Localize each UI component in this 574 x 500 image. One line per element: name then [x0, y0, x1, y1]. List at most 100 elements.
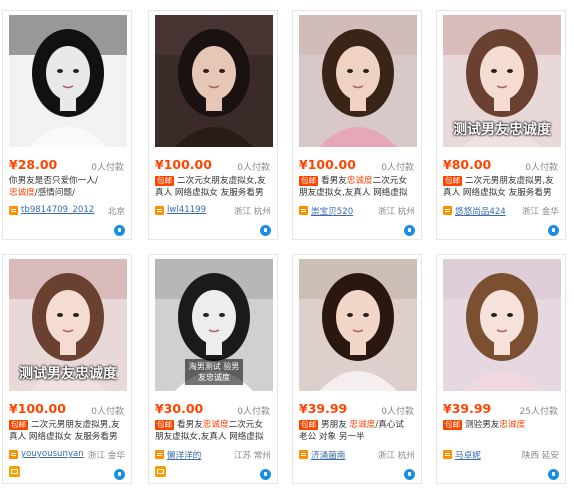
product-grid: ¥28.00 0人付款 你男友是否只爱你一人/忠诚度/感情问题/tb9814709_…	[0, 0, 574, 500]
chat-icon[interactable]	[404, 225, 415, 236]
product-card[interactable]: ¥100.00 0人付款包邮 二次元女朋友虚拟女,友 真人 网络虚拟女 友服务看男 lw…	[148, 10, 278, 240]
product-card[interactable]: ¥39.99 0人付款 包邮 男朋友 忠诚度/真心试 老公 对象 另一半 济涌菌南 浙江 杭…	[292, 254, 422, 484]
product-title-link[interactable]: 包邮 测验男友忠诚度	[443, 419, 563, 443]
title-keyword: 忠诚度	[499, 420, 526, 430]
free-shipping-badge: 包邮	[299, 419, 318, 430]
shop-icon	[155, 206, 164, 215]
wangwang-icon[interactable]	[9, 466, 20, 477]
shop-name-link[interactable]: 马卓妮	[455, 449, 481, 461]
location-label: 浙江 杭州	[377, 207, 415, 217]
shop-name-link[interactable]: youyousunyan	[21, 449, 84, 459]
thumbnail-caption: 测试男友忠诚度	[19, 366, 117, 382]
product-title-link[interactable]: 包邮 男朋友 忠诚度/真心试 老公 对象 另一半	[299, 419, 419, 443]
product-card[interactable]: ¥100.00 0人付款包邮 看男友忠诚度二次元女 朋友虚拟女,友真人 网络虚拟崇宝贝…	[292, 10, 422, 240]
product-card[interactable]: 测试男友忠诚度 ¥80.00 0人付款包邮 二次元男朋友虚拟男,友 真人 网络虚拟女 友…	[436, 10, 566, 240]
photo-eye-left	[347, 69, 353, 73]
chat-icon[interactable]	[548, 469, 559, 480]
photo-face	[336, 290, 380, 344]
title-keyword: 忠诚度	[202, 420, 229, 430]
title-line: 包邮 测验男友忠诚度	[443, 419, 563, 431]
paid-count: 0人付款	[381, 163, 414, 173]
photo-eye-left	[203, 69, 209, 73]
free-shipping-badge: 包邮	[155, 419, 174, 430]
product-card[interactable]: 测试男友忠诚度 ¥100.00 0人付款 包邮 二次元男朋友虚拟男,友 真人 网络虚拟女 …	[2, 254, 132, 484]
title-text: 老公 对象 另一半	[299, 432, 365, 442]
product-title-link[interactable]: 包邮 二次元女朋友虚拟女,友 真人 网络虚拟女 友服务看男	[155, 175, 275, 199]
photo-eye-left	[203, 313, 209, 317]
chat-icon[interactable]	[114, 225, 125, 236]
price-label: ¥100.00	[155, 157, 212, 172]
product-title-link[interactable]: 包邮 二次元男朋友虚拟男,友 真人 网络虚拟女 友服务看男	[443, 175, 563, 199]
product-thumbnail[interactable]: 测试男友忠诚度	[443, 15, 561, 147]
photo-eye-left	[347, 313, 353, 317]
product-thumbnail[interactable]: 淘男测试 验男友忠诚度	[155, 259, 273, 391]
shop-name-link[interactable]: 悠悠尚品424	[455, 205, 506, 217]
title-line: 包邮 看男友忠诚度二次元女	[299, 175, 419, 187]
title-line: 真人 网络虚拟女 友服务看男	[9, 431, 129, 443]
price-label: ¥100.00	[299, 157, 356, 172]
product-photo	[443, 259, 561, 391]
shop-icon	[299, 450, 308, 459]
title-line: 包邮 二次元男朋友虚拟男,友	[443, 175, 563, 187]
title-line: 真人 网络虚拟女 友服务看男	[155, 187, 275, 199]
product-title-link[interactable]: 你男友是否只爱你一人/忠诚度/感情问题/	[9, 175, 129, 199]
shop-name-link[interactable]: lwl41199	[167, 205, 206, 215]
product-photo	[9, 15, 127, 147]
product-thumbnail[interactable]	[299, 15, 417, 147]
photo-face	[192, 46, 236, 100]
photo-eye-left	[57, 69, 63, 73]
product-thumbnail[interactable]	[443, 259, 561, 391]
title-line: 包邮 二次元女朋友虚拟女,友	[155, 175, 275, 187]
product-thumbnail[interactable]	[299, 259, 417, 391]
title-keyword: 忠诚度	[9, 188, 35, 198]
title-text: 朋友虚拟女,友真人 网络虚拟	[155, 432, 264, 442]
product-card[interactable]: ¥28.00 0人付款 你男友是否只爱你一人/忠诚度/感情问题/tb9814709_…	[2, 10, 132, 240]
shop-name-link[interactable]: tb9814709_2012	[21, 205, 94, 215]
title-text: 朋友虚拟女,友真人 网络虚拟	[299, 188, 408, 198]
product-thumbnail[interactable]	[9, 15, 127, 147]
paid-count: 0人付款	[237, 163, 270, 173]
photo-face	[46, 46, 90, 100]
product-card[interactable]: ¥39.99 25人付款 包邮 测验男友忠诚度 马卓妮 陕西 延安	[436, 254, 566, 484]
chat-icon[interactable]	[548, 225, 559, 236]
photo-eye-right	[219, 69, 225, 73]
location-label: 北京	[107, 207, 125, 217]
shop-name-link[interactable]: 崇宝贝520	[311, 205, 353, 217]
wangwang-icon[interactable]	[155, 466, 166, 477]
title-line: 忠诚度/感情问题/	[9, 187, 129, 199]
paid-count: 25人付款	[519, 407, 558, 417]
paid-count: 0人付款	[525, 163, 558, 173]
product-photo	[155, 15, 273, 147]
free-shipping-badge: 包邮	[443, 419, 462, 430]
shop-icon	[443, 206, 452, 215]
price-label: ¥80.00	[443, 157, 492, 172]
product-title-link[interactable]: 包邮 看男友忠诚度二次元女 朋友虚拟女,友真人 网络虚拟	[155, 419, 275, 443]
price-label: ¥100.00	[9, 401, 66, 416]
photo-eye-right	[507, 69, 513, 73]
shop-name-link[interactable]: 懒洋洋的	[167, 449, 201, 461]
product-title-link[interactable]: 包邮 二次元男朋友虚拟男,友 真人 网络虚拟女 友服务看男	[9, 419, 129, 443]
chat-icon[interactable]	[404, 469, 415, 480]
product-card[interactable]: 淘男测试 验男友忠诚度 ¥30.00 0人付款 包邮 看男友忠诚度二次元女 朋友虚拟女,友…	[148, 254, 278, 484]
title-text: /真心试	[375, 420, 404, 430]
price-label: ¥39.99	[443, 401, 492, 416]
photo-eye-left	[57, 313, 63, 317]
shop-name-link[interactable]: 济涌菌南	[311, 449, 345, 461]
product-title-link[interactable]: 包邮 看男友忠诚度二次元女 朋友虚拟女,友真人 网络虚拟	[299, 175, 419, 199]
title-text: 真人 网络虚拟女 友服务看男	[443, 188, 552, 198]
title-text: 真人 网络虚拟女 友服务看男	[9, 432, 118, 442]
chat-icon[interactable]	[260, 469, 271, 480]
photo-eye-left	[491, 69, 497, 73]
free-shipping-badge: 包邮	[155, 175, 174, 186]
product-thumbnail[interactable]	[155, 15, 273, 147]
product-photo	[299, 15, 417, 147]
chat-icon[interactable]	[114, 469, 125, 480]
product-photo	[299, 259, 417, 391]
photo-face	[192, 290, 236, 344]
product-thumbnail[interactable]: 测试男友忠诚度	[9, 259, 127, 391]
free-shipping-badge: 包邮	[443, 175, 462, 186]
chat-icon[interactable]	[260, 225, 271, 236]
title-text: 真人 网络虚拟女 友服务看男	[155, 188, 264, 198]
photo-face	[336, 46, 380, 100]
title-line: 朋友虚拟女,友真人 网络虚拟	[299, 187, 419, 199]
